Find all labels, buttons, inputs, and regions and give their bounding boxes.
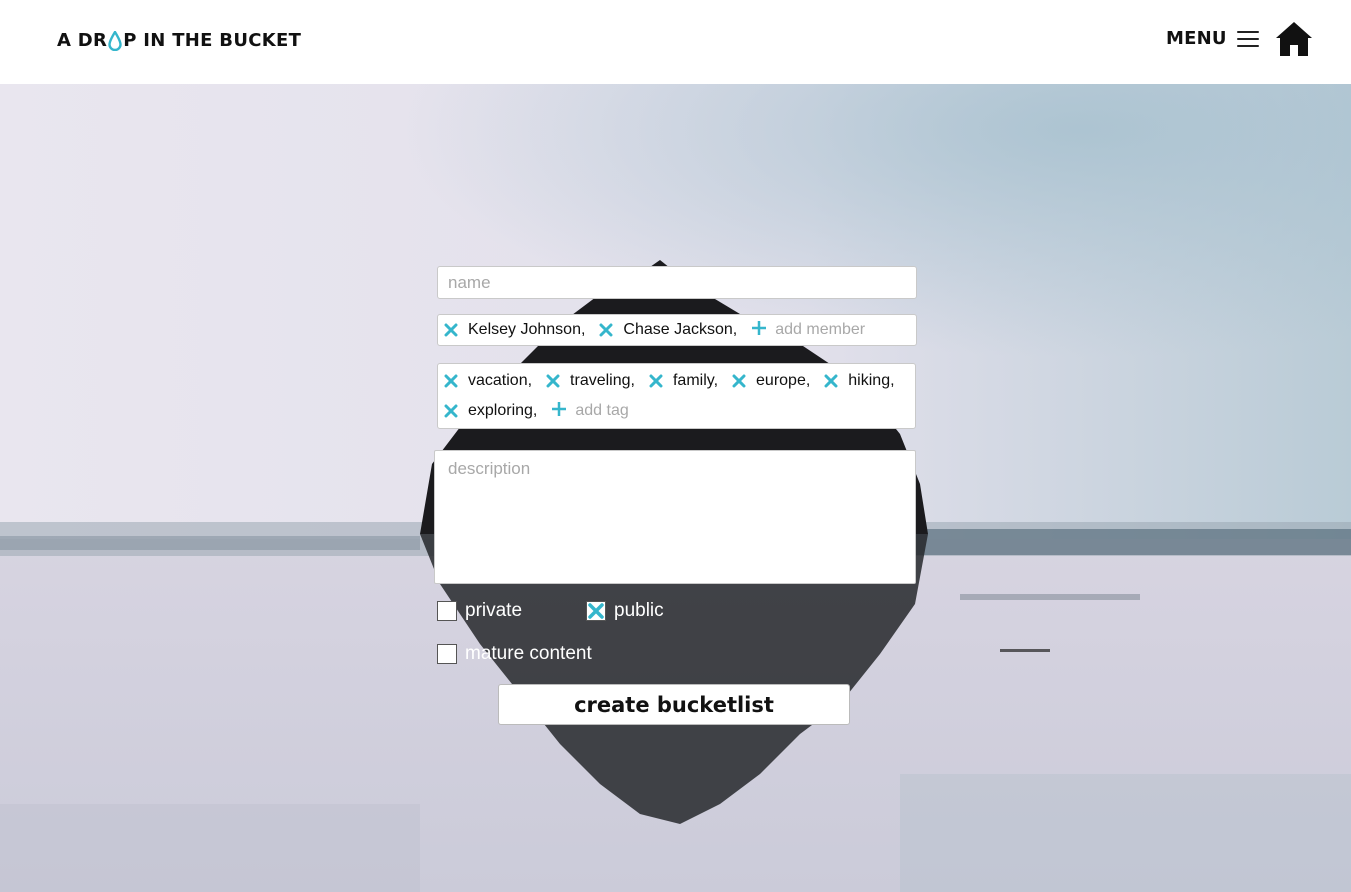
member-chip: Kelsey Johnson, [444, 319, 585, 341]
description-field[interactable] [434, 450, 916, 584]
plus-icon [751, 320, 767, 341]
logo-text-end: P IN THE BUCKET [123, 30, 302, 51]
tag-label: exploring, [468, 402, 538, 419]
close-x-icon[interactable] [649, 374, 663, 388]
close-x-icon[interactable] [444, 404, 458, 418]
description-textarea[interactable] [435, 451, 915, 583]
public-checkbox[interactable] [586, 601, 606, 621]
public-label: public [614, 600, 664, 621]
close-x-icon[interactable] [546, 374, 560, 388]
close-x-icon[interactable] [444, 323, 458, 337]
members-field[interactable]: Kelsey Johnson, Chase Jackson, add membe… [437, 314, 917, 346]
tag-label: traveling, [570, 372, 635, 389]
hamburger-icon [1236, 30, 1259, 47]
menu-button[interactable]: MENU [1166, 28, 1259, 49]
tag-chip: europe, [732, 370, 810, 392]
home-icon[interactable] [1275, 20, 1313, 58]
water-drop-icon [108, 29, 122, 51]
public-option[interactable]: public [586, 600, 664, 622]
add-member-input[interactable]: add member [751, 319, 865, 341]
tag-chip: family, [649, 370, 718, 392]
checked-x-icon [588, 603, 604, 619]
private-option[interactable]: private [437, 600, 522, 622]
plus-icon [551, 401, 567, 422]
add-member-placeholder: add member [775, 321, 866, 338]
tag-label: family, [672, 372, 719, 389]
tag-chip: exploring, [444, 400, 537, 422]
private-label: private [465, 600, 523, 621]
site-logo[interactable]: A DR P IN THE BUCKET [57, 29, 302, 51]
logo-text-start: A DR [57, 30, 108, 51]
create-bucketlist-button[interactable]: create bucketlist [498, 684, 850, 725]
name-input[interactable] [438, 267, 916, 298]
tag-chip: vacation, [444, 370, 532, 392]
close-x-icon[interactable] [824, 374, 838, 388]
tag-label: hiking, [848, 372, 895, 389]
tags-field[interactable]: vacation, traveling, family, europe, hik… [437, 363, 916, 429]
private-checkbox[interactable] [437, 601, 457, 621]
close-x-icon[interactable] [599, 323, 613, 337]
add-tag-input[interactable]: add tag [551, 400, 629, 422]
close-x-icon[interactable] [732, 374, 746, 388]
top-header: A DR P IN THE BUCKET MENU [0, 0, 1351, 84]
tag-chip: traveling, [546, 370, 635, 392]
name-field[interactable] [437, 266, 917, 299]
close-x-icon[interactable] [444, 374, 458, 388]
tag-label: vacation, [468, 372, 533, 389]
tag-chip: hiking, [824, 370, 895, 392]
menu-label: MENU [1166, 28, 1227, 49]
add-tag-placeholder: add tag [575, 402, 629, 419]
mature-content-label: mature content [465, 643, 592, 664]
tag-label: europe, [756, 372, 811, 389]
member-chip: Chase Jackson, [599, 319, 737, 341]
mature-content-option[interactable]: mature content [437, 643, 592, 665]
member-name: Chase Jackson, [623, 321, 738, 338]
member-name: Kelsey Johnson, [468, 321, 586, 338]
mature-content-checkbox[interactable] [437, 644, 457, 664]
